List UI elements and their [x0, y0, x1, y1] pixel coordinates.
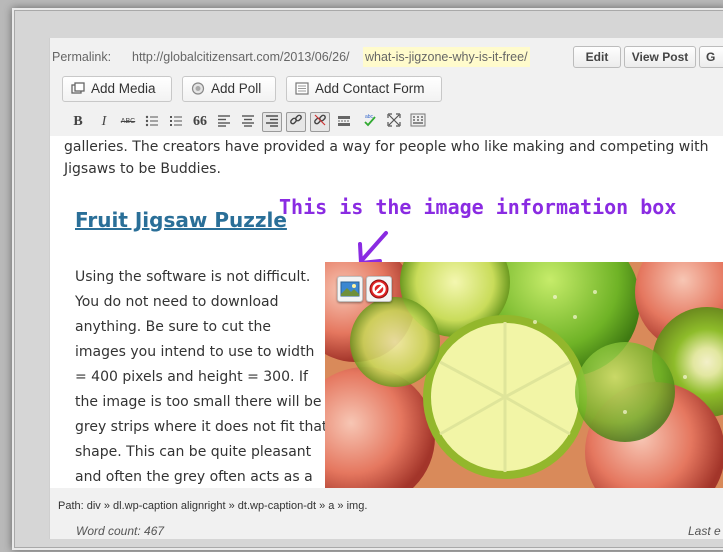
body-text-line: images you intend to use to width — [75, 344, 315, 360]
body-text-line: = 400 pixels and height = 300. If — [75, 369, 308, 385]
numbered-list-button[interactable] — [166, 112, 186, 132]
body-text-line: Using the software is not difficult. — [75, 269, 311, 285]
body-text-line: grey strips where it does not fit that — [75, 419, 328, 435]
blockquote-button[interactable]: 66 — [190, 112, 210, 132]
body-text-line: shape. This can be quite pleasant — [75, 444, 312, 460]
media-icon — [71, 82, 85, 94]
fullscreen-button[interactable] — [384, 112, 404, 132]
align-center-button[interactable] — [238, 112, 258, 132]
screenshot-frame: Permalink: http://globalcitizensart.com/… — [12, 8, 723, 550]
add-media-label: Add Media — [91, 81, 156, 96]
post-heading-link[interactable]: Fruit Jigsaw Puzzle — [75, 208, 287, 232]
poll-icon — [191, 82, 205, 95]
annotation-text: This is the image information box — [279, 195, 677, 219]
align-right-button[interactable] — [262, 112, 282, 132]
insert-link-button[interactable] — [286, 112, 306, 132]
edit-image-button[interactable] — [337, 276, 363, 302]
permalink-slug[interactable]: what-is-jigzone-why-is-it-free/ — [363, 47, 530, 67]
bullet-list-button[interactable] — [142, 112, 162, 132]
delete-image-button[interactable] — [366, 276, 392, 302]
align-left-button[interactable] — [214, 112, 234, 132]
align-center-icon — [242, 115, 254, 127]
add-media-button[interactable]: Add Media — [62, 76, 172, 102]
body-text-line: the image is too small there will be — [75, 394, 322, 410]
permalink-bar: Permalink: http://globalcitizensart.com/… — [50, 46, 723, 68]
last-edited-text: Last e — [688, 524, 721, 538]
bullet-list-icon — [145, 115, 158, 127]
intro-text-line: galleries. The creators have provided a … — [64, 139, 709, 155]
unlink-button[interactable] — [310, 112, 330, 132]
delete-image-icon — [369, 279, 389, 299]
body-text-line: anything. Be sure to cut the — [75, 319, 271, 335]
italic-button[interactable]: I — [94, 112, 114, 132]
align-left-icon — [218, 115, 230, 127]
kitchen-sink-icon — [410, 113, 426, 127]
read-more-icon — [338, 116, 350, 126]
fullscreen-icon — [387, 113, 401, 127]
permalink-label: Permalink: — [52, 50, 112, 64]
spellcheck-button[interactable]: abc — [360, 112, 380, 132]
permalink-edit-button[interactable]: Edit — [573, 46, 621, 68]
post-editor-panel: Permalink: http://globalcitizensart.com/… — [49, 38, 723, 539]
body-text-line: You do not need to download — [75, 294, 279, 310]
add-contact-form-button[interactable]: Add Contact Form — [286, 76, 442, 102]
edit-image-icon — [340, 281, 360, 297]
add-contact-form-label: Add Contact Form — [315, 81, 425, 96]
numbered-list-icon — [170, 116, 182, 126]
add-poll-label: Add Poll — [211, 81, 262, 96]
view-post-button[interactable]: View Post — [624, 46, 696, 68]
bold-button[interactable]: B — [68, 112, 88, 132]
spellcheck-icon: abc — [364, 114, 376, 127]
intro-text-line: Jigsaws to be Buddies. — [64, 161, 221, 177]
strikethrough-button[interactable]: ABC — [118, 112, 138, 132]
permalink-base-url[interactable]: http://globalcitizensart.com/2013/06/26/ — [132, 50, 350, 64]
get-shortlink-button[interactable]: G — [699, 46, 723, 68]
element-path: Path: div » dl.wp-caption alignright » d… — [58, 500, 368, 512]
contact-form-icon — [295, 82, 309, 95]
add-poll-button[interactable]: Add Poll — [182, 76, 276, 102]
word-count: Word count: 467 — [76, 524, 165, 538]
unlink-icon — [314, 114, 326, 126]
link-icon — [290, 114, 302, 125]
insert-more-button[interactable] — [334, 112, 354, 132]
visual-editor-area[interactable]: galleries. The creators have provided a … — [50, 136, 723, 488]
formatting-toolbar: B I ABC 66 abc — [62, 112, 532, 134]
align-right-icon — [266, 115, 278, 127]
body-text-line: and often the grey often acts as a — [75, 469, 313, 485]
toolbar-toggle-button[interactable] — [408, 112, 428, 132]
